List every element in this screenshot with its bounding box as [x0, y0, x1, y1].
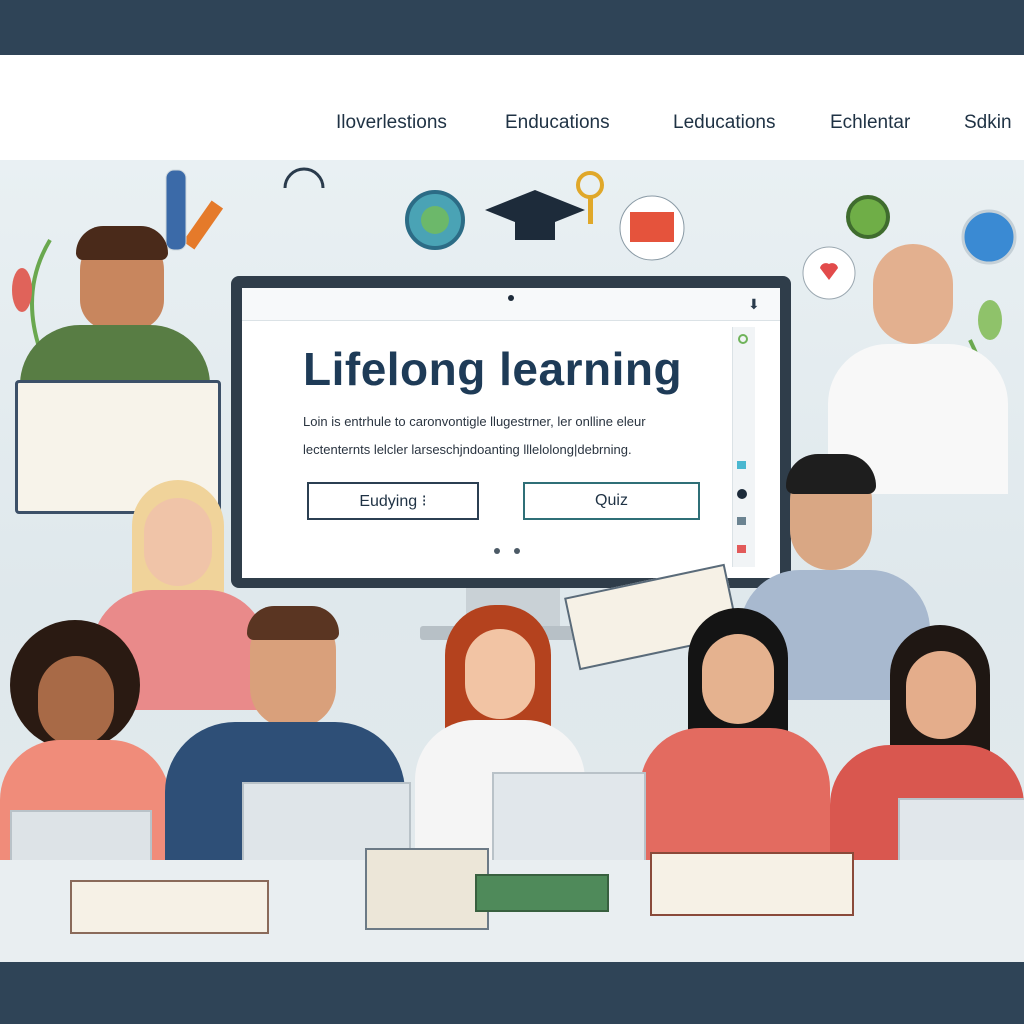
open-book-front-left — [70, 880, 269, 934]
carousel-dot-1[interactable] — [494, 548, 500, 554]
intro-text-line-2: lectenternts lelcler larseschjndoanting … — [303, 442, 632, 457]
nav-link-5[interactable]: Sdkin — [964, 112, 1012, 134]
globe-icon — [405, 190, 465, 250]
studying-button[interactable]: Eudying ⁝ — [307, 482, 479, 520]
screen-panel — [242, 288, 780, 578]
top-border — [0, 0, 1024, 55]
quiz-button[interactable]: Quiz — [523, 482, 700, 520]
carousel-dot-2[interactable] — [514, 548, 520, 554]
graduation-cap-icon — [485, 190, 585, 240]
scroll-top-dot — [738, 334, 748, 344]
book-stack — [365, 848, 489, 930]
lightbulb-icon — [283, 167, 325, 189]
nav-bar — [0, 55, 1024, 160]
book-bubble-icon — [619, 195, 685, 261]
camera-dot — [508, 295, 514, 301]
nav-link-3[interactable]: Leducations — [673, 112, 775, 134]
screen-topbar — [242, 288, 780, 321]
intro-text-line-1: Loin is entrhule to caronvontigle lluges… — [303, 414, 646, 429]
nav-link-4[interactable]: Echlentar — [830, 112, 910, 134]
person-dark-hair-glasses-woman — [640, 608, 830, 878]
nav-link-2[interactable]: Enducations — [505, 112, 610, 134]
bottom-border — [0, 962, 1024, 1024]
open-book-front-right — [650, 852, 854, 916]
gear-icon — [846, 195, 890, 239]
nav-link-1[interactable]: Iloverlestions — [336, 112, 447, 134]
page-title: Lifelong learning — [303, 343, 683, 395]
download-icon[interactable]: ⬇ — [748, 296, 760, 313]
app-frame: Iloverlestions Enducations Leducations E… — [0, 0, 1024, 1024]
key-icon — [576, 171, 604, 224]
green-book — [475, 874, 609, 912]
